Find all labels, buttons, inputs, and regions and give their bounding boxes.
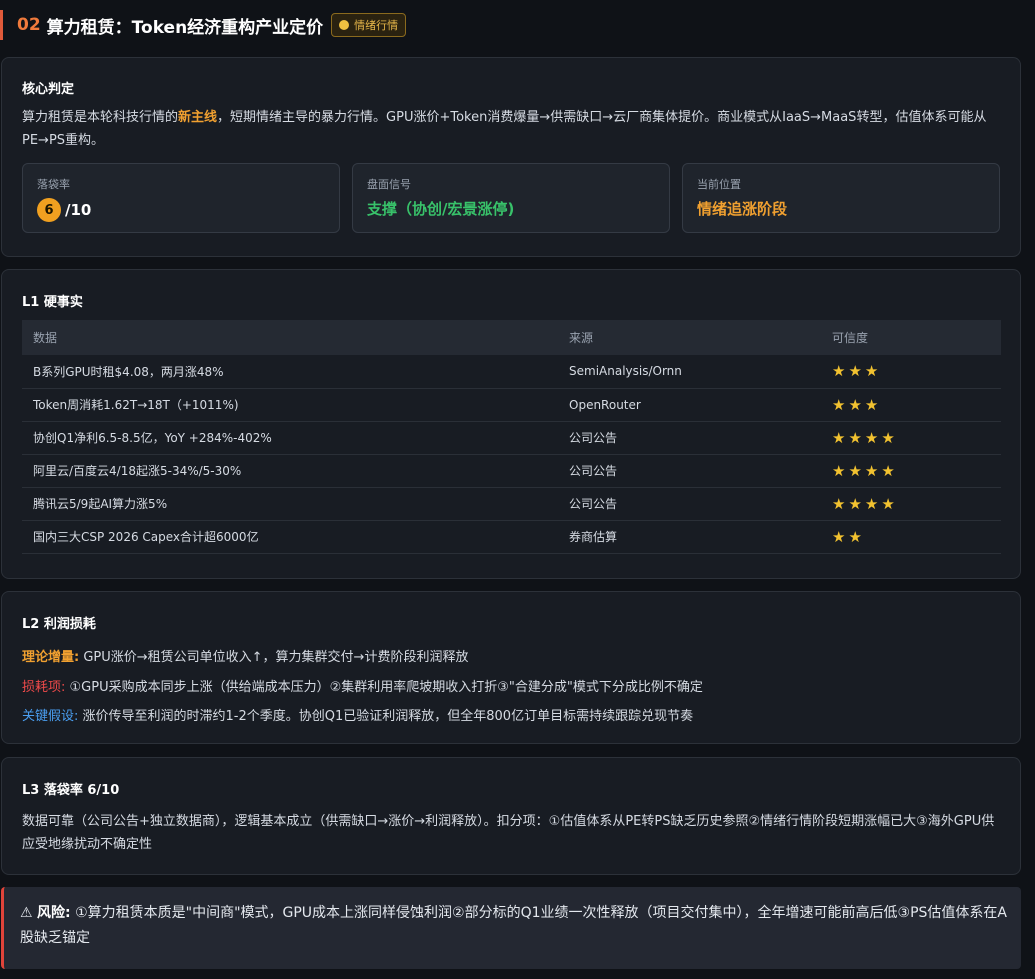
star-icon: ★ [832,428,849,447]
facts-table: 数据 来源 可信度 B系列GPU时租$4.08，两月涨48% SemiAnalys… [22,320,1001,554]
cell-credibility: ★★★★ [821,454,1001,488]
table-header-row: 数据 来源 可信度 [22,320,1001,355]
star-icon: ★ [864,428,882,447]
cell-credibility: ★★★ [821,355,1001,389]
star-icon: ★ [864,362,882,381]
risk-callout: ⚠ 风险: ①算力租赁本质是"中间商"模式，GPU成本上涨同样侵蚀利润②部分标的… [1,887,1021,969]
profit-loss-card: L2 利润损耗 理论增量: GPU涨价→租赁公司单位收入↑，算力集群交付→计费阶… [1,591,1021,744]
rate-heading: L3 落袋率 6/10 [22,783,120,798]
core-heading: 核心判定 [22,82,75,97]
star-icon: ★ [864,395,882,414]
cell-data: 腾讯云5/9起AI算力涨5% [22,487,558,521]
badge-label: 情绪行情 [354,19,399,32]
item-tag: 关键假设: [22,709,79,724]
column-header-source: 来源 [558,320,821,355]
cell-data: 阿里云/百度云4/18起涨5-34%/5-30% [22,454,558,488]
star-icon: ★ [881,428,898,447]
metric-label: 盘面信号 [367,178,411,191]
cell-source: 公司公告 [558,487,821,521]
cell-data: 协创Q1净利6.5-8.5亿，YoY +284%-402% [22,421,558,455]
cell-data: Token周消耗1.62T→18T（+1011%) [22,388,558,422]
cell-credibility: ★★★★ [821,421,1001,455]
table-row: 协创Q1净利6.5-8.5亿，YoY +284%-402% 公司公告 ★★★★ [22,421,1001,455]
table-row: 国内三大CSP 2026 Capex合计超6000亿 券商估算 ★★ [22,520,1001,554]
star-icon: ★ [848,395,865,414]
table-row: B系列GPU时租$4.08，两月涨48% SemiAnalysis/Ornn ★★★ [22,355,1001,389]
metric-realization-rate: 落袋率 6 /10 [22,163,340,233]
facts-heading: L1 硬事实 [22,295,83,310]
cell-source: 公司公告 [558,454,821,488]
cell-credibility: ★★ [821,520,1001,554]
risk-body: ①算力租赁本质是"中间商"模式，GPU成本上涨同样侵蚀利润②部分标的Q1业绩一次… [20,905,1007,946]
risk-label: 风险: [37,905,71,921]
column-header-data: 数据 [22,320,558,355]
cell-data: 国内三大CSP 2026 Capex合计超6000亿 [22,520,558,554]
lead-highlight: 新主线 [178,110,218,125]
metric-value: 情绪追涨阶段 [697,200,788,218]
cell-credibility: ★★★★ [821,487,1001,521]
core-lead: 算力租赁是本轮科技行情的新主线，短期情绪主导的暴力行情。GPU涨价+Token消… [22,106,1002,152]
cell-credibility: ★★★ [821,388,1001,422]
metric-current-position: 当前位置 情绪追涨阶段 [682,163,1000,233]
table-row: Token周消耗1.62T→18T（+1011%) OpenRouter ★★★ [22,388,1001,422]
section-number: 02 [17,15,41,35]
cell-source: OpenRouter [558,388,821,422]
star-icon: ★ [832,494,849,513]
section-title: 算力租赁：Token经济重构产业定价 [46,17,324,38]
lead-text-pre: 算力租赁是本轮科技行情的 [22,110,179,125]
star-icon: ★ [848,428,865,447]
star-icon: ★ [832,395,849,414]
star-icon: ★ [848,527,865,546]
score-suffix: /10 [65,201,92,219]
item-tag: 理论增量: [22,650,80,665]
star-icon: ★ [848,362,865,381]
hard-facts-card: L1 硬事实 数据 来源 可信度 B系列GPU时租$4.08，两月涨48% Sem… [1,269,1021,579]
star-icon: ★ [832,461,849,480]
item-tag: 损耗项: [22,680,66,695]
profit-heading: L2 利润损耗 [22,617,96,632]
section-header: 02 算力租赁：Token经济重构产业定价 情绪行情 [0,10,1035,40]
profit-item-loss: 损耗项: ①GPU采购成本同步上涨（供给端成本压力）②集群利用率爬坡期收入打折③… [22,676,703,695]
column-header-credibility: 可信度 [821,320,1001,355]
metric-label: 落袋率 [37,178,70,191]
star-icon: ★ [832,527,849,546]
item-text: GPU涨价→租赁公司单位收入↑，算力集群交付→计费阶段利润释放 [79,650,469,665]
profit-item-increment: 理论增量: GPU涨价→租赁公司单位收入↑，算力集群交付→计费阶段利润释放 [22,646,468,665]
cell-source: 券商估算 [558,520,821,554]
star-icon: ★ [881,494,898,513]
item-text: 涨价传导至利润的时滞约1-2个季度。协创Q1已验证利润释放，但全年800亿订单目… [78,709,694,724]
star-icon: ★ [864,461,882,480]
table-row: 阿里云/百度云4/18起涨5-34%/5-30% 公司公告 ★★★★ [22,454,1001,488]
star-icon: ★ [832,362,849,381]
cell-source: SemiAnalysis/Ornn [558,355,821,389]
metric-value: 6 /10 [37,198,91,222]
metric-label: 当前位置 [697,178,741,191]
status-badge: 情绪行情 [331,13,407,37]
profit-item-assumption: 关键假设: 涨价传导至利润的时滞约1-2个季度。协创Q1已验证利润释放，但全年8… [22,705,693,724]
realization-rate-card: L3 落袋率 6/10 数据可靠（公司公告+独立数据商），逻辑基本成立（供需缺口… [1,757,1021,875]
star-icon: ★ [864,494,882,513]
star-icon: ★ [881,461,898,480]
metric-value: 支撑（协创/宏景涨停) [367,200,515,218]
score-badge: 6 [37,198,61,222]
cell-data: B系列GPU时租$4.08，两月涨48% [22,355,558,389]
warning-icon: ⚠ [20,905,33,921]
emotion-dot-icon [339,20,350,30]
star-icon: ★ [848,494,865,513]
cell-source: 公司公告 [558,421,821,455]
risk-text: ⚠ 风险: ①算力租赁本质是"中间商"模式，GPU成本上涨同样侵蚀利润②部分标的… [20,901,1010,951]
table-row: 腾讯云5/9起AI算力涨5% 公司公告 ★★★★ [22,487,1001,521]
item-text: ①GPU采购成本同步上涨（供给端成本压力）②集群利用率爬坡期收入打折③"合建分成… [65,680,703,695]
star-icon: ★ [848,461,865,480]
metric-market-signal: 盘面信号 支撑（协创/宏景涨停) [352,163,670,233]
core-judgment-card: 核心判定 算力租赁是本轮科技行情的新主线，短期情绪主导的暴力行情。GPU涨价+T… [1,57,1021,257]
rate-body: 数据可靠（公司公告+独立数据商），逻辑基本成立（供需缺口→涨价→利润释放）。扣分… [22,814,995,852]
